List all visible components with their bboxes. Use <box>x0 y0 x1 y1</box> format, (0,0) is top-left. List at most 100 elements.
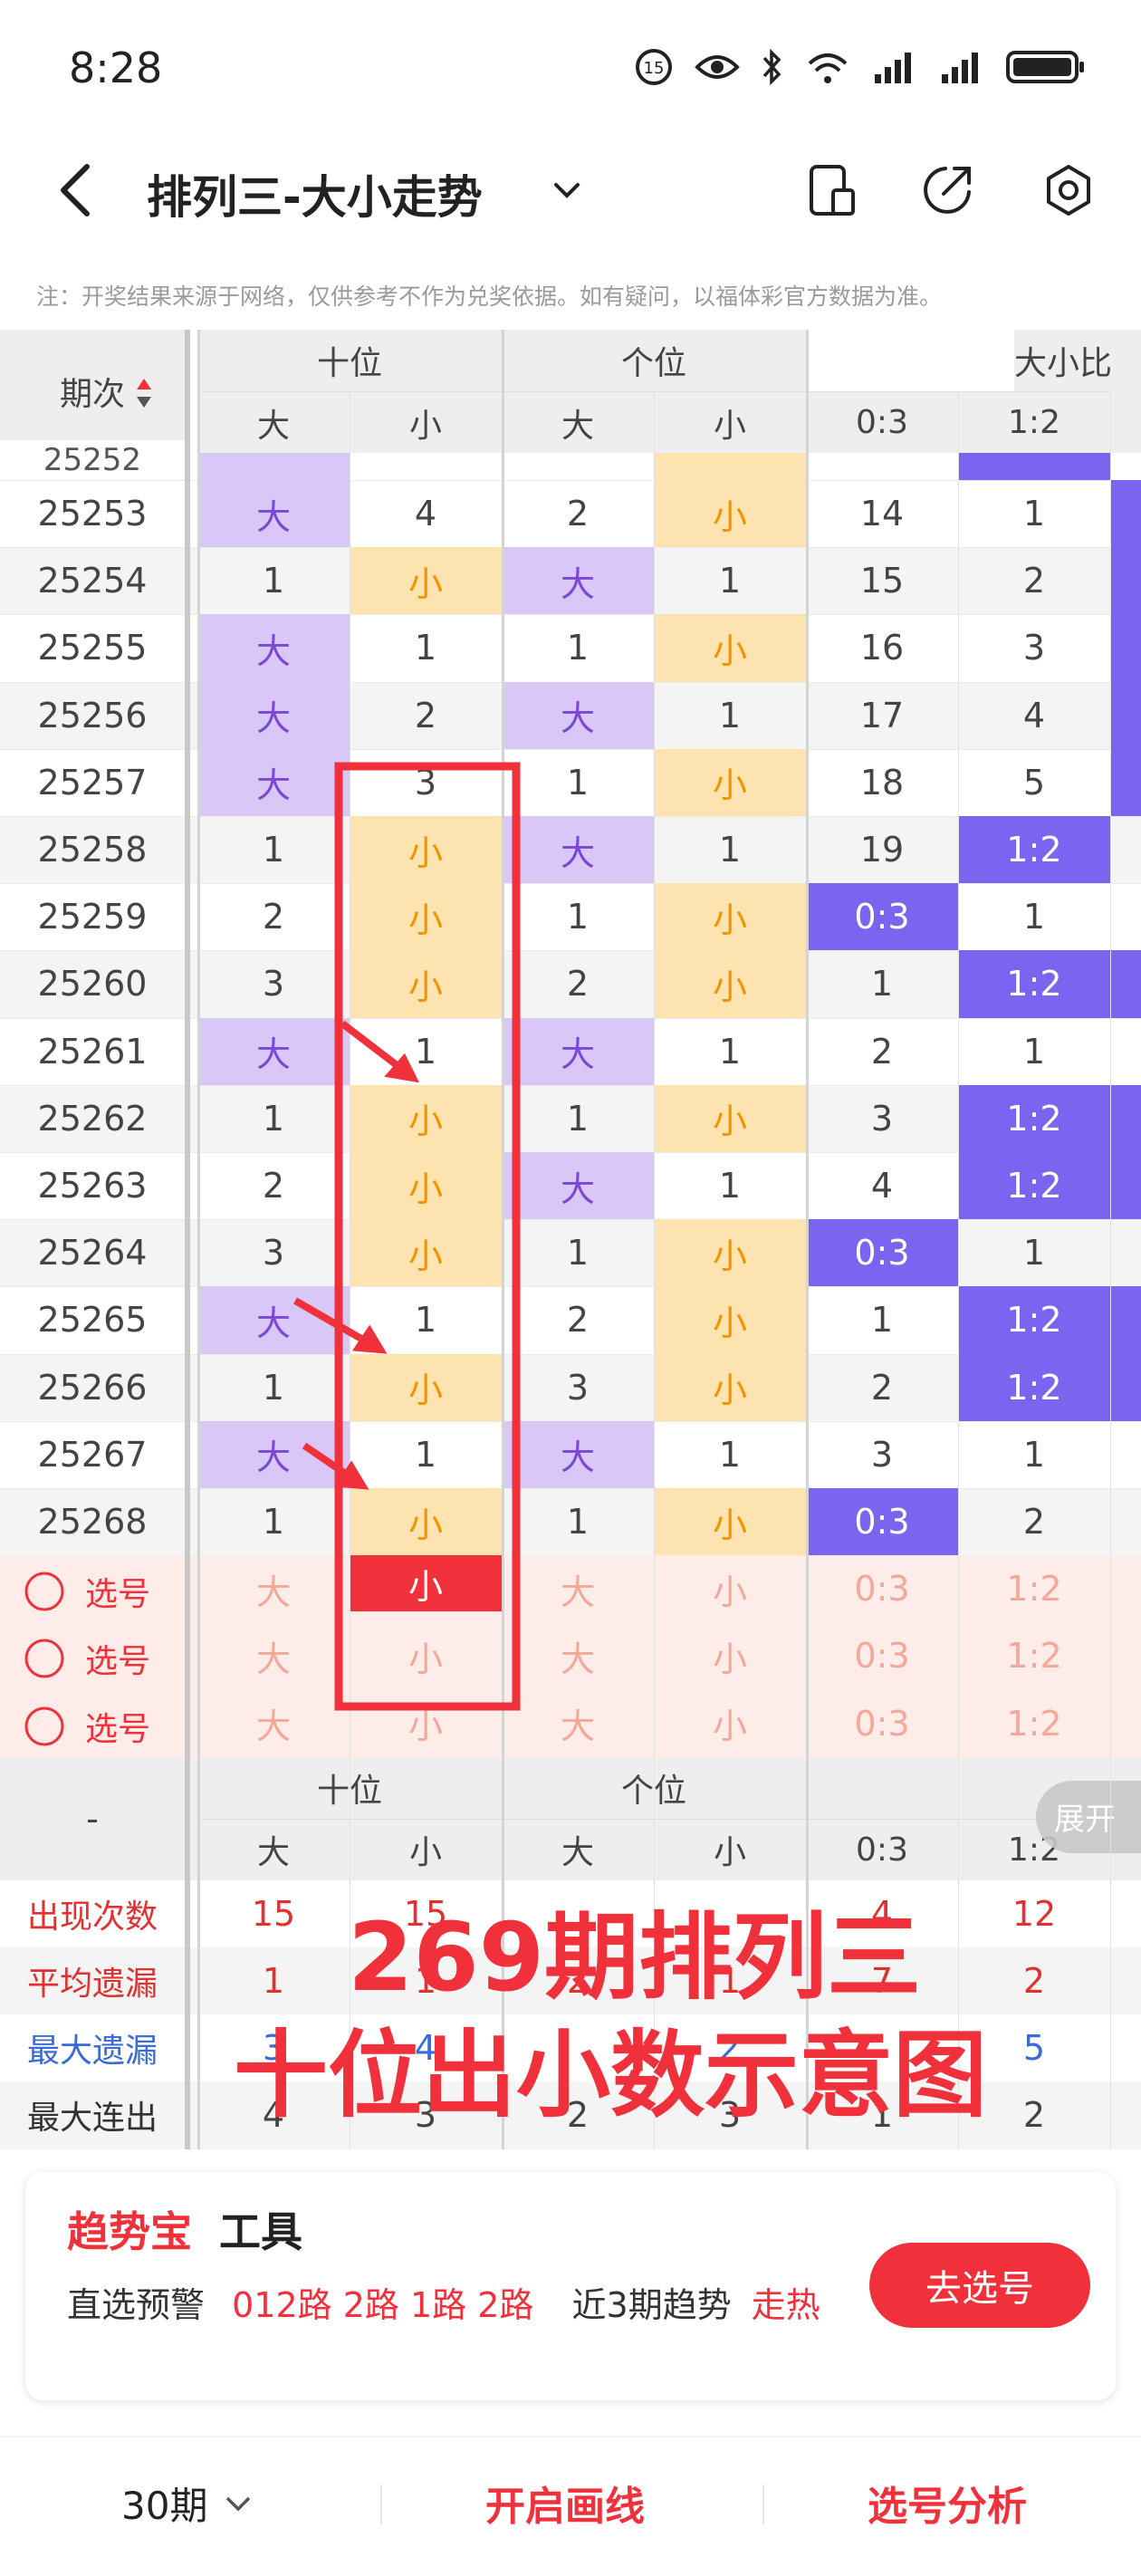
trend-cell: 18 <box>859 762 905 803</box>
period-selector[interactable]: 30期 <box>121 2475 254 2531</box>
select-number-toggle[interactable]: 选号 <box>24 1635 150 1682</box>
trend-cell: 1:2 <box>958 950 1110 1018</box>
period-cell: 25263 <box>37 1166 148 1206</box>
footer-sub-header: 0:3 <box>806 1818 958 1880</box>
select-cell[interactable]: 0:3 <box>806 1690 958 1757</box>
draw-line-button[interactable]: 开启画线 <box>485 2474 645 2532</box>
group-header-tens: 十位 <box>197 330 502 391</box>
trend-cell: 3 <box>414 762 437 803</box>
trend-cell: 1 <box>1022 494 1046 534</box>
sub-header-extra <box>1110 391 1141 453</box>
select-cell[interactable]: 大 <box>502 1690 654 1757</box>
select-cell[interactable]: 1:2 <box>958 1622 1110 1689</box>
select-number-toggle[interactable]: 选号 <box>24 1703 150 1750</box>
ratio-extra-cell <box>1110 614 1141 682</box>
page-title[interactable]: 排列三-大小走势 <box>147 161 483 226</box>
footer-sub-header: 大 <box>197 1818 350 1880</box>
period-cell: 25266 <box>37 1367 148 1408</box>
stat-label: 平均遗漏 <box>26 1966 158 2004</box>
trend-cell: 0:3 <box>806 1219 958 1287</box>
trend-cell: 1 <box>566 897 590 937</box>
eye-icon <box>695 55 740 79</box>
select-cell[interactable]: 1:2 <box>958 1555 1110 1622</box>
select-number-toggle[interactable]: 选号 <box>24 1568 150 1615</box>
column-divider <box>197 330 200 2149</box>
radio-circle-icon <box>24 1639 64 1678</box>
settings-icon[interactable] <box>1040 161 1098 219</box>
trend-cell: 小 <box>654 1219 806 1287</box>
trend-cell: 1 <box>566 762 590 803</box>
chevron-down-icon[interactable] <box>551 174 583 207</box>
period-cell: 25264 <box>37 1233 148 1274</box>
stat-cell: 12 <box>1012 1893 1057 1934</box>
trend-cell: 小 <box>350 816 502 884</box>
trend-cell: 2 <box>566 1300 590 1341</box>
tool-label: 工具 <box>219 2207 303 2256</box>
trend-cell: 小 <box>350 547 502 615</box>
ratio-extra-cell <box>1110 1353 1141 1421</box>
trend-cell: 1 <box>718 695 742 735</box>
select-cell[interactable]: 小 <box>654 1622 806 1689</box>
period-cell: 25267 <box>37 1434 148 1475</box>
trend-cell: 大 <box>502 547 654 615</box>
trend-cell: 1 <box>262 561 285 601</box>
select-cell[interactable]: 0:3 <box>806 1555 958 1622</box>
trend-cell: 小 <box>350 1488 502 1556</box>
select-cell[interactable]: 大 <box>502 1555 654 1622</box>
trend-cell: 3 <box>566 1367 590 1408</box>
trend-cell: 1 <box>870 1300 894 1341</box>
status-bar: 8:28 15 <box>0 0 1141 136</box>
column-divider <box>806 330 809 2149</box>
stat-label: 出现次数 <box>26 1898 158 1936</box>
period-cell: 25259 <box>37 897 148 937</box>
select-cell[interactable]: 小 <box>654 1690 806 1757</box>
select-cell[interactable]: 1:2 <box>958 1690 1110 1757</box>
signal-icon-2 <box>942 53 978 83</box>
trend-cell: 1 <box>870 964 894 1004</box>
trend-cell: 1 <box>566 628 590 668</box>
select-cell[interactable]: 小 <box>654 1555 806 1622</box>
trend-cell: 小 <box>350 1152 502 1220</box>
select-cell[interactable]: 大 <box>197 1690 350 1757</box>
period-cell: 25268 <box>37 1502 148 1543</box>
trend-cell: 1 <box>414 1031 437 1072</box>
trend-cell: 17 <box>859 695 905 735</box>
back-arrow-icon[interactable] <box>51 161 105 219</box>
trend-cell: 1 <box>718 1031 742 1072</box>
trend-cell: 2 <box>1022 1502 1046 1543</box>
ratio-extra-cell <box>1110 950 1141 1018</box>
trend-cell: 15 <box>859 561 905 601</box>
select-cell[interactable]: 小 <box>350 1555 502 1612</box>
sort-icon[interactable] <box>136 377 152 409</box>
footer-sub-header: 小 <box>654 1818 806 1880</box>
share-icon[interactable] <box>918 161 976 219</box>
expand-button[interactable]: 展开 <box>1036 1780 1141 1853</box>
trend-cell: 小 <box>654 883 806 951</box>
ratio-extra-cell <box>1110 748 1141 816</box>
trend-cell: 2 <box>414 695 437 735</box>
select-cell[interactable]: 0:3 <box>806 1622 958 1689</box>
footer-dash: - <box>0 1756 185 1880</box>
trend-cell: 3 <box>1022 628 1046 668</box>
sub-header: 小 <box>654 391 806 453</box>
sub-header: 大 <box>502 391 654 453</box>
route-values: 012路 2路 1路 2路 <box>232 2285 534 2325</box>
select-cell[interactable]: 大 <box>197 1555 350 1622</box>
trend-label: 近3期趋势 <box>571 2285 732 2325</box>
trend-cell: 小 <box>350 950 502 1018</box>
trend-cell: 大 <box>197 1420 350 1488</box>
trend-cell: 小 <box>654 950 806 1018</box>
select-cell[interactable]: 大 <box>197 1622 350 1689</box>
stat-cell: 15 <box>251 1893 296 1934</box>
trend-cell: 1:2 <box>958 1353 1110 1421</box>
select-cell[interactable]: 大 <box>502 1622 654 1689</box>
go-select-button[interactable]: 去选号 <box>869 2243 1090 2328</box>
ratio-extra-cell <box>1110 883 1141 950</box>
period-cell: 25257 <box>37 762 148 803</box>
select-cell[interactable]: 小 <box>350 1690 502 1757</box>
analysis-button[interactable]: 选号分析 <box>868 2474 1027 2532</box>
phone-layout-icon[interactable] <box>802 161 860 219</box>
select-cell[interactable]: 小 <box>350 1622 502 1689</box>
status-icons: 15 <box>634 47 1087 87</box>
trend-cell: 3 <box>262 964 285 1004</box>
